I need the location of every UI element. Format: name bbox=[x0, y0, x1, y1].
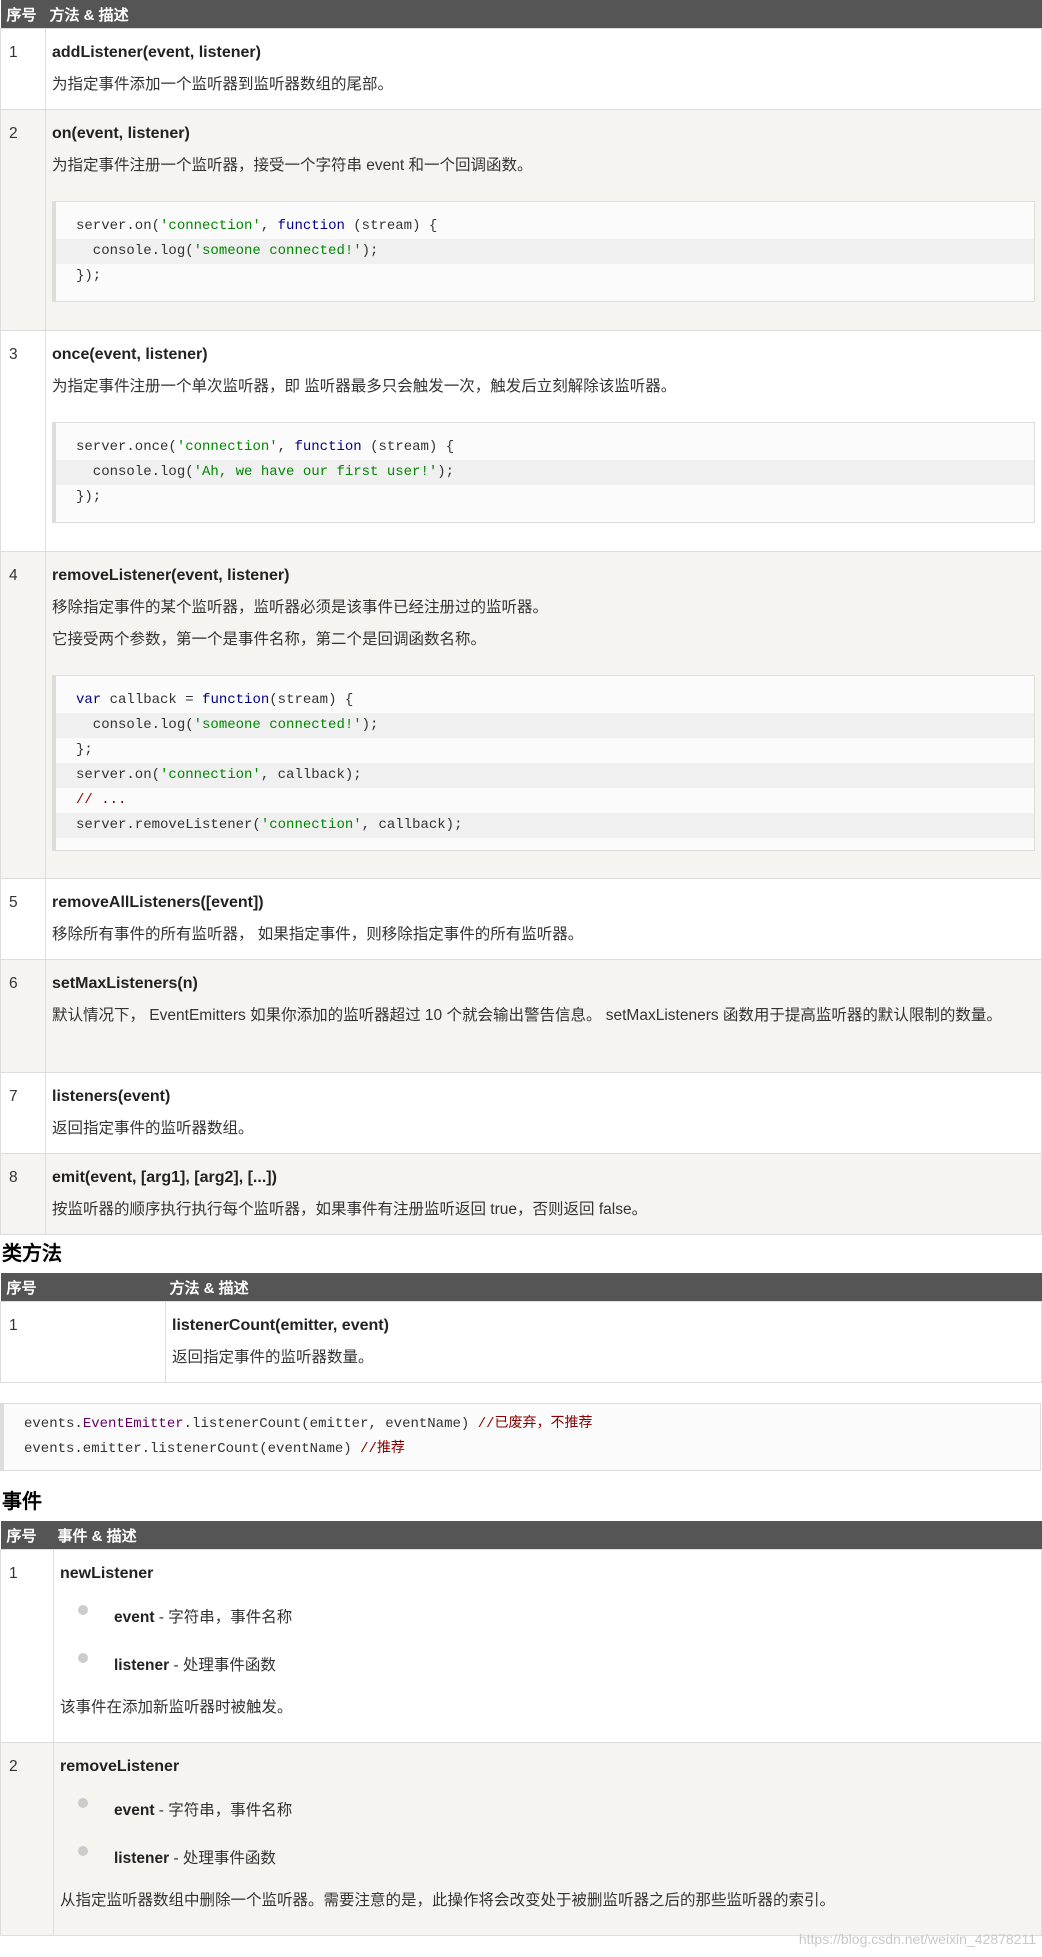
col-header-event: 事件 & 描述 bbox=[53, 1521, 1042, 1550]
table-row: 1 listenerCount(emitter, event) 返回指定事件的监… bbox=[0, 1301, 1042, 1383]
row-desc: newListener event - 字符串，事件名称 listener - … bbox=[53, 1549, 1042, 1743]
method-name: removeListener(event, listener) bbox=[52, 567, 290, 584]
method-description: 移除所有事件的所有监听器， 如果指定事件，则移除指定事件的所有监听器。 bbox=[52, 926, 584, 943]
code-line: console.log('Ah, we have our first user!… bbox=[56, 460, 1034, 485]
method-name: listeners(event) bbox=[52, 1088, 171, 1105]
col-header-num: 序号 bbox=[0, 1273, 166, 1302]
row-desc: removeListener(event, listener) 移除指定事件的某… bbox=[45, 551, 1042, 879]
col-header-num: 序号 bbox=[0, 1521, 54, 1550]
row-desc: listenerCount(emitter, event) 返回指定事件的监听器… bbox=[165, 1301, 1042, 1383]
code-line: events.EventEmitter.listenerCount(emitte… bbox=[24, 1416, 593, 1432]
param-list: event - 字符串，事件名称 listener - 处理事件函数 bbox=[60, 1605, 1035, 1704]
row-number: 1 bbox=[0, 28, 46, 110]
row-number: 4 bbox=[0, 551, 46, 879]
code-line: console.log('someone connected!'); bbox=[56, 239, 1034, 264]
row-desc: once(event, listener) 为指定事件注册一个单次监听器，即 监… bbox=[45, 330, 1042, 552]
method-description: 为指定事件注册一个监听器，接受一个字符串 event 和一个回调函数。 bbox=[52, 157, 533, 174]
method-name: removeAllListeners([event]) bbox=[52, 894, 264, 911]
table-row: 7 listeners(event) 返回指定事件的监听器数组。 bbox=[0, 1072, 1042, 1154]
method-description: 返回指定事件的监听器数量。 bbox=[172, 1349, 374, 1366]
code-block: var callback = function(stream) { consol… bbox=[52, 675, 1035, 851]
table-row: 3 once(event, listener) 为指定事件注册一个单次监听器，即… bbox=[0, 330, 1042, 552]
event-name: newListener bbox=[60, 1565, 154, 1582]
method-description: 返回指定事件的监听器数组。 bbox=[52, 1120, 254, 1137]
list-item: event - 字符串，事件名称 bbox=[78, 1798, 1035, 1849]
code-line: }; bbox=[76, 742, 93, 758]
row-number: 2 bbox=[0, 1742, 54, 1936]
row-number: 7 bbox=[0, 1072, 46, 1154]
code-line: server.once('connection', function (stre… bbox=[76, 439, 455, 455]
watermark: https://blog.csdn.net/weixin_42878211 bbox=[798, 1931, 1036, 1947]
row-number: 3 bbox=[0, 330, 46, 552]
section-heading-events: 事件 bbox=[2, 1491, 42, 1513]
table-row: 8 emit(event, [arg1], [arg2], [...]) 按监听… bbox=[0, 1153, 1042, 1235]
row-desc: addListener(event, listener) 为指定事件添加一个监听… bbox=[45, 28, 1042, 110]
row-number: 6 bbox=[0, 959, 46, 1073]
row-number: 1 bbox=[0, 1301, 166, 1383]
method-name: on(event, listener) bbox=[52, 125, 190, 142]
code-line: // ... bbox=[76, 792, 127, 808]
row-desc: setMaxListeners(n) 默认情况下， EventEmitters … bbox=[45, 959, 1042, 1073]
table-row: 1 newListener event - 字符串，事件名称 listener … bbox=[0, 1549, 1042, 1743]
row-number: 8 bbox=[0, 1153, 46, 1235]
code-block: server.on('connection', function (stream… bbox=[52, 201, 1035, 302]
row-desc: removeListener event - 字符串，事件名称 listener… bbox=[53, 1742, 1042, 1936]
code-line: server.on('connection', callback); bbox=[56, 763, 1034, 788]
code-line: }); bbox=[76, 489, 102, 505]
code-block-listener-count: events.EventEmitter.listenerCount(emitte… bbox=[0, 1403, 1041, 1471]
table-row: 2 on(event, listener) 为指定事件注册一个监听器，接受一个字… bbox=[0, 109, 1042, 331]
table-row: 1 addListener(event, listener) 为指定事件添加一个… bbox=[0, 28, 1042, 110]
code-line: events.emitter.listenerCount(eventName) … bbox=[4, 1437, 1040, 1462]
code-line: server.removeListener('connection', call… bbox=[56, 813, 1034, 838]
method-description: 它接受两个参数，第一个是事件名称，第二个是回调函数名称。 bbox=[52, 631, 487, 648]
code-line: console.log('someone connected!'); bbox=[56, 713, 1034, 738]
event-name: removeListener bbox=[60, 1758, 180, 1775]
method-description: 移除指定事件的某个监听器，监听器必须是该事件已经注册过的监听器。 bbox=[52, 599, 549, 616]
list-item: event - 字符串，事件名称 bbox=[78, 1605, 1035, 1656]
table-row: 4 removeListener(event, listener) 移除指定事件… bbox=[0, 551, 1042, 879]
method-name: once(event, listener) bbox=[52, 346, 208, 363]
row-number: 5 bbox=[0, 878, 46, 960]
class-methods-table: 序号 方法 & 描述 1 listenerCount(emitter, even… bbox=[0, 1273, 1042, 1383]
list-item: listener - 处理事件函数 bbox=[78, 1846, 1035, 1897]
row-desc: emit(event, [arg1], [arg2], [...]) 按监听器的… bbox=[45, 1153, 1042, 1235]
method-description: 按监听器的顺序执行执行每个监听器，如果事件有注册监听返回 true，否则返回 f… bbox=[52, 1201, 648, 1218]
methods-header-row: 序号 方法 & 描述 bbox=[0, 0, 1042, 29]
method-name: listenerCount(emitter, event) bbox=[172, 1317, 389, 1334]
method-description: 默认情况下， EventEmitters 如果你添加的监听器超过 10 个就会输… bbox=[52, 1007, 1002, 1024]
method-description: 为指定事件注册一个单次监听器，即 监听器最多只会触发一次，触发后立刻解除该监听器… bbox=[52, 378, 677, 395]
col-header-method: 方法 & 描述 bbox=[45, 0, 1042, 29]
code-line: }); bbox=[76, 268, 102, 284]
code-block: server.once('connection', function (stre… bbox=[52, 422, 1035, 523]
row-desc: removeAllListeners([event]) 移除所有事件的所有监听器… bbox=[45, 878, 1042, 960]
events-table: 序号 事件 & 描述 1 newListener event - 字符串，事件名… bbox=[0, 1521, 1042, 1936]
row-desc: listeners(event) 返回指定事件的监听器数组。 bbox=[45, 1072, 1042, 1154]
method-name: emit(event, [arg1], [arg2], [...]) bbox=[52, 1169, 277, 1186]
section-heading-class-methods: 类方法 bbox=[2, 1243, 62, 1265]
table-row: 6 setMaxListeners(n) 默认情况下， EventEmitter… bbox=[0, 959, 1042, 1073]
param-list: event - 字符串，事件名称 listener - 处理事件函数 bbox=[60, 1798, 1035, 1897]
table-row: 2 removeListener event - 字符串，事件名称 listen… bbox=[0, 1742, 1042, 1936]
col-header-num: 序号 bbox=[0, 0, 46, 29]
methods-table: 序号 方法 & 描述 1 addListener(event, listener… bbox=[0, 0, 1042, 1235]
table-row: 5 removeAllListeners([event]) 移除所有事件的所有监… bbox=[0, 878, 1042, 960]
class-methods-header-row: 序号 方法 & 描述 bbox=[0, 1273, 1042, 1302]
method-description: 为指定事件添加一个监听器到监听器数组的尾部。 bbox=[52, 76, 394, 93]
method-name: setMaxListeners(n) bbox=[52, 975, 198, 992]
row-number: 1 bbox=[0, 1549, 54, 1743]
row-desc: on(event, listener) 为指定事件注册一个监听器，接受一个字符串… bbox=[45, 109, 1042, 331]
code-line: var callback = function(stream) { bbox=[76, 692, 354, 708]
col-header-method: 方法 & 描述 bbox=[165, 1273, 1042, 1302]
row-number: 2 bbox=[0, 109, 46, 331]
method-name: addListener(event, listener) bbox=[52, 44, 261, 61]
code-line: server.on('connection', function (stream… bbox=[76, 218, 438, 234]
events-header-row: 序号 事件 & 描述 bbox=[0, 1521, 1042, 1550]
list-item: listener - 处理事件函数 bbox=[78, 1653, 1035, 1704]
